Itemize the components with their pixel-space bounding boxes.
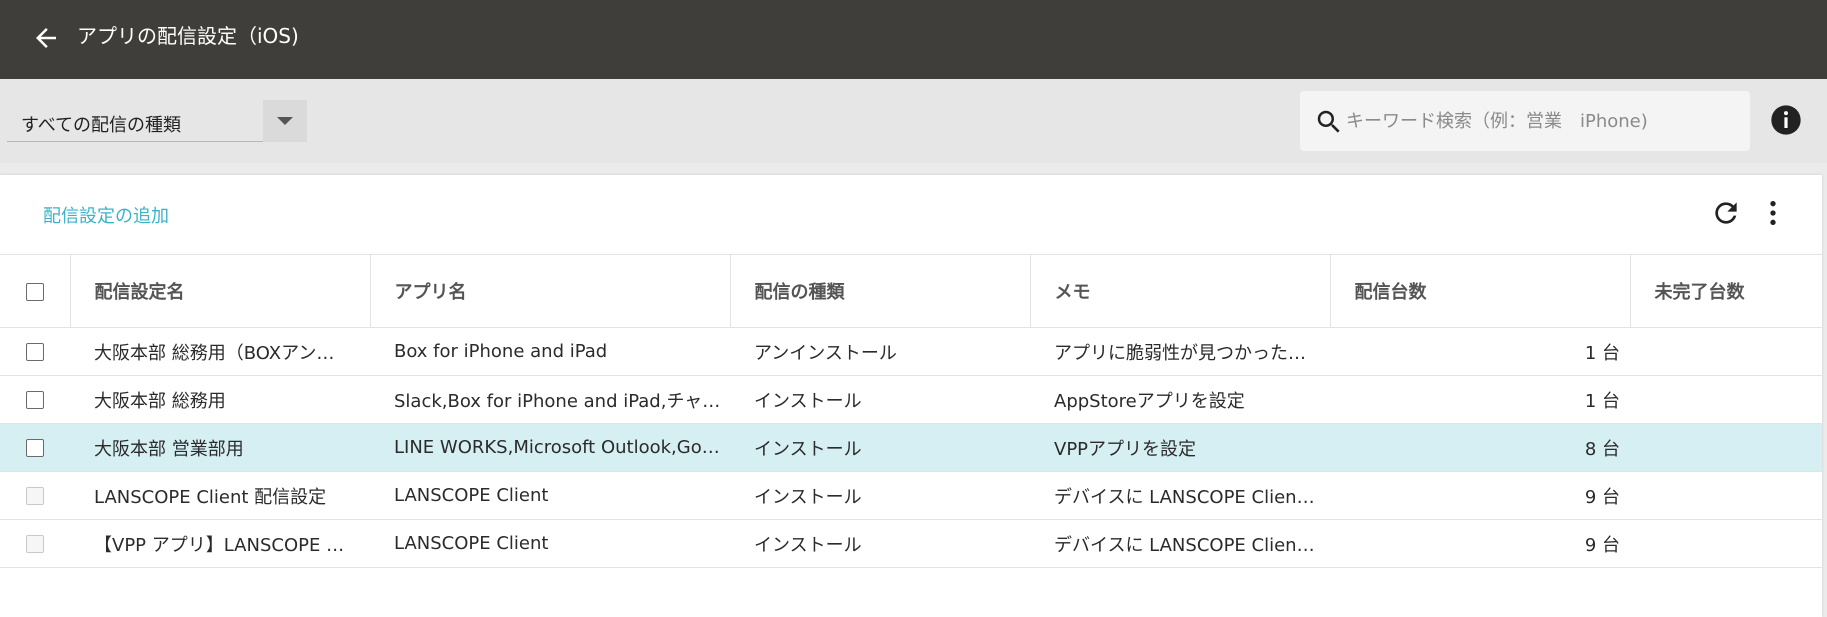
cell-memo: VPPアプリを設定 (1030, 423, 1330, 472)
cell-delivery-type: インストール (730, 375, 1030, 424)
cell-incomplete-count (1630, 423, 1822, 472)
cell-app-name: Slack,Box for iPhone and iPad,チャ… (370, 375, 730, 424)
cell-memo: デバイスに LANSCOPE Clien… (1030, 471, 1330, 520)
row-checkbox-disabled (26, 487, 44, 505)
column-header-incomplete-count[interactable]: 未完了台数 (1629, 254, 1822, 328)
select-all-checkbox[interactable] (25, 282, 44, 301)
delivery-settings-table: 配信設定名 アプリ名 配信の種類 メモ 配信台数 未完了台数 大阪本部 総務用（… (0, 254, 1822, 568)
refresh-button[interactable] (1710, 197, 1742, 229)
row-select-cell (0, 423, 70, 472)
app-header: アプリの配信設定（iOS) (0, 0, 1827, 79)
arrow-left-icon (36, 28, 56, 48)
cell-delivery-type: インストール (730, 423, 1030, 472)
cell-memo: デバイスに LANSCOPE Clien… (1030, 519, 1330, 568)
row-checkbox[interactable] (26, 439, 44, 457)
table-row[interactable]: 大阪本部 総務用（BOXアン… Box for iPhone and iPad … (0, 327, 1822, 376)
row-checkbox[interactable] (26, 391, 44, 409)
search-input[interactable] (1346, 101, 1736, 141)
page-title: アプリの配信設定（iOS) (77, 24, 299, 48)
cell-device-count: 9 台 (1330, 519, 1630, 568)
cell-incomplete-count (1630, 327, 1822, 376)
cell-setting-name: LANSCOPE Client 配信設定 (70, 471, 370, 520)
table-row[interactable]: 【VPP アプリ】LANSCOPE … LANSCOPE Client インスト… (0, 519, 1822, 568)
row-checkbox[interactable] (26, 343, 44, 361)
column-header-device-count[interactable]: 配信台数 (1329, 254, 1630, 328)
row-select-cell (0, 375, 70, 424)
info-icon (1771, 105, 1801, 135)
table-row[interactable]: 大阪本部 総務用 Slack,Box for iPhone and iPad,チ… (0, 375, 1822, 424)
info-button[interactable] (1770, 104, 1802, 136)
cell-app-name: LANSCOPE Client (370, 519, 730, 568)
keyword-search (1300, 91, 1750, 151)
cell-setting-name: 大阪本部 営業部用 (70, 423, 370, 472)
dropdown-arrow-icon[interactable] (263, 100, 307, 142)
cell-memo: AppStoreアプリを設定 (1030, 375, 1330, 424)
row-select-cell (0, 471, 70, 520)
table-row[interactable]: 大阪本部 営業部用 LINE WORKS,Microsoft Outlook,G… (0, 423, 1822, 472)
delivery-type-select[interactable]: すべての配信の種類 (7, 100, 307, 142)
cell-setting-name: 大阪本部 総務用（BOXアン… (70, 327, 370, 376)
cell-incomplete-count (1630, 519, 1822, 568)
cell-delivery-type: アンインストール (730, 327, 1030, 376)
cell-delivery-type: インストール (730, 519, 1030, 568)
row-select-cell (0, 519, 70, 568)
row-select-cell (0, 327, 70, 376)
delivery-type-select-value: すべての配信の種類 (21, 115, 182, 136)
table-header-row: 配信設定名 アプリ名 配信の種類 メモ 配信台数 未完了台数 (0, 254, 1822, 328)
more-options-button[interactable] (1757, 197, 1789, 229)
delivery-settings-panel: 配信設定の追加 配信設定名 アプリ名 配信の種類 メモ 配信台数 未完了台数 大… (0, 175, 1822, 617)
cell-memo: アプリに脆弱性が見つかった… (1030, 327, 1330, 376)
cell-device-count: 8 台 (1330, 423, 1630, 472)
cell-app-name: Box for iPhone and iPad (370, 327, 730, 376)
search-icon (1317, 110, 1340, 133)
more-vertical-icon (1770, 201, 1776, 225)
column-header-memo[interactable]: メモ (1029, 254, 1330, 328)
cell-app-name: LANSCOPE Client (370, 471, 730, 520)
row-checkbox-disabled (26, 535, 44, 553)
add-delivery-setting-link[interactable]: 配信設定の追加 (43, 202, 169, 228)
cell-delivery-type: インストール (730, 471, 1030, 520)
refresh-icon (1715, 202, 1737, 224)
cell-device-count: 1 台 (1330, 327, 1630, 376)
column-header-delivery-type[interactable]: 配信の種類 (729, 254, 1030, 328)
back-button[interactable] (26, 18, 66, 58)
column-header-app-name[interactable]: アプリ名 (369, 254, 730, 328)
select-all-cell (0, 254, 70, 328)
cell-app-name: LINE WORKS,Microsoft Outlook,Goo… (370, 423, 730, 472)
cell-setting-name: 大阪本部 総務用 (70, 375, 370, 424)
cell-device-count: 1 台 (1330, 375, 1630, 424)
cell-setting-name: 【VPP アプリ】LANSCOPE … (70, 519, 370, 568)
column-header-setting-name[interactable]: 配信設定名 (69, 254, 370, 328)
table-row[interactable]: LANSCOPE Client 配信設定 LANSCOPE Client インス… (0, 471, 1822, 520)
cell-incomplete-count (1630, 471, 1822, 520)
cell-incomplete-count (1630, 375, 1822, 424)
cell-device-count: 9 台 (1330, 471, 1630, 520)
